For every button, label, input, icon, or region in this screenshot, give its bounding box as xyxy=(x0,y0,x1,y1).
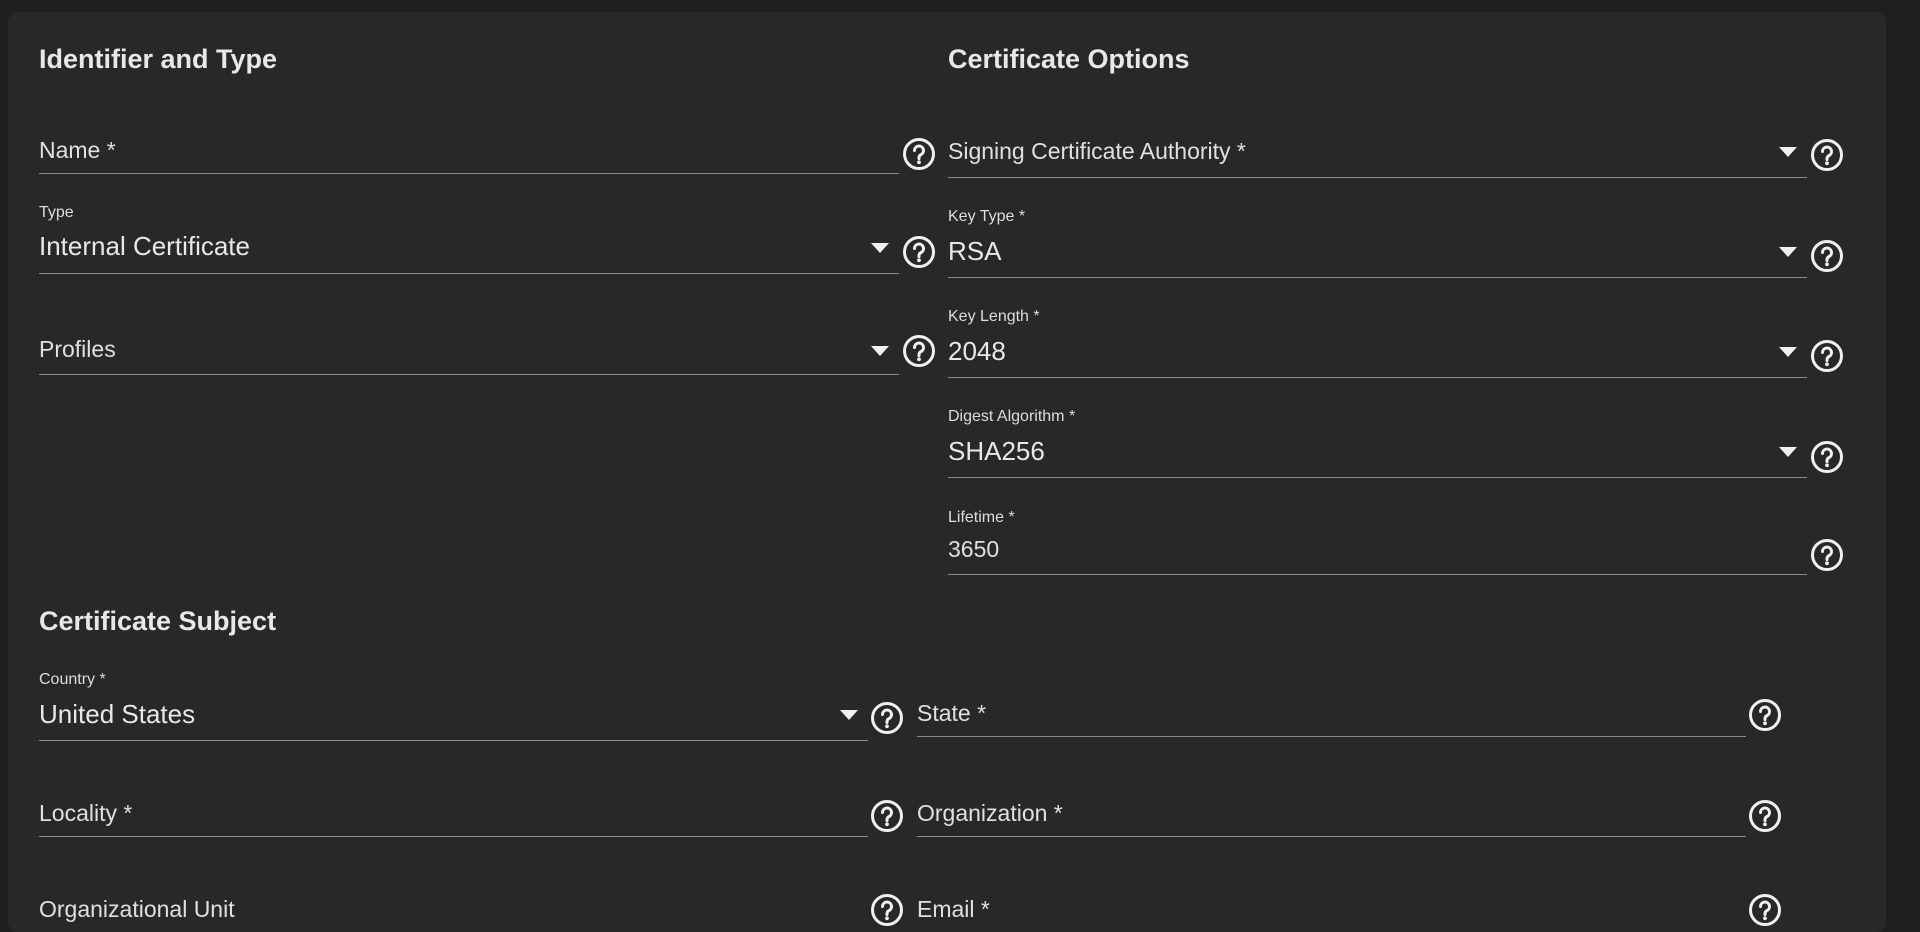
country-value: United States xyxy=(39,699,196,729)
country-select[interactable]: Country * United States xyxy=(39,670,868,742)
digest-label: Digest Algorithm * xyxy=(948,408,1076,425)
help-circle-icon[interactable] xyxy=(1810,538,1844,572)
signing-ca-underline xyxy=(948,177,1807,178)
caret-down-icon xyxy=(871,346,889,356)
caret-down-icon xyxy=(1779,347,1797,357)
lifetime-field[interactable]: Lifetime * 3650 xyxy=(948,508,1807,576)
key-type-label: Key Type * xyxy=(948,208,1026,225)
help-circle-icon[interactable] xyxy=(870,701,904,735)
section-title-options: Certificate Options xyxy=(948,44,1190,74)
caret-down-icon xyxy=(1779,147,1797,157)
key-length-underline xyxy=(948,377,1807,378)
help-circle-icon[interactable] xyxy=(902,235,936,269)
organization-underline xyxy=(917,836,1746,837)
state-field[interactable]: State * xyxy=(917,698,1746,744)
help-circle-icon[interactable] xyxy=(902,334,936,368)
type-underline xyxy=(39,273,899,274)
type-value: Internal Certificate xyxy=(39,231,250,261)
profiles-underline xyxy=(39,374,899,375)
locality-underline xyxy=(39,836,868,837)
signing-ca-label: Signing Certificate Authority * xyxy=(948,138,1246,164)
organization-field[interactable]: Organization * xyxy=(917,798,1746,844)
name-field[interactable]: Name * xyxy=(39,130,899,176)
lifetime-value: 3650 xyxy=(948,536,1000,562)
digest-value: SHA256 xyxy=(948,436,1045,466)
email-label: Email * xyxy=(917,896,990,922)
lifetime-underline xyxy=(948,574,1807,575)
lifetime-label: Lifetime * xyxy=(948,509,1015,526)
help-circle-icon[interactable] xyxy=(902,137,936,171)
section-title-subject: Certificate Subject xyxy=(39,606,277,636)
country-label: Country * xyxy=(39,671,106,688)
caret-down-icon xyxy=(1779,247,1797,257)
key-type-value: RSA xyxy=(948,236,1002,266)
section-title-identifier: Identifier and Type xyxy=(39,44,278,74)
type-select[interactable]: Type Internal Certificate xyxy=(39,203,899,275)
locality-field[interactable]: Locality * xyxy=(39,798,868,844)
help-circle-icon[interactable] xyxy=(870,799,904,833)
state-label: State * xyxy=(917,700,987,726)
key-length-value: 2048 xyxy=(948,336,1006,366)
key-type-underline xyxy=(948,277,1807,278)
name-label: Name * xyxy=(39,137,116,163)
organization-label: Organization * xyxy=(917,800,1063,826)
caret-down-icon xyxy=(840,710,858,720)
help-circle-icon[interactable] xyxy=(1810,440,1844,474)
help-circle-icon[interactable] xyxy=(1810,339,1844,373)
state-underline xyxy=(917,736,1746,737)
caret-down-icon xyxy=(1779,447,1797,457)
help-circle-icon[interactable] xyxy=(1748,799,1782,833)
digest-algorithm-select[interactable]: Digest Algorithm * SHA256 xyxy=(948,407,1807,479)
key-length-select[interactable]: Key Length * 2048 xyxy=(948,307,1807,379)
profiles-label: Profiles xyxy=(39,336,116,362)
type-label: Type xyxy=(39,204,74,221)
email-field[interactable]: Email * xyxy=(917,894,1746,922)
help-circle-icon[interactable] xyxy=(1810,239,1844,273)
org-unit-label: Organizational Unit xyxy=(39,896,235,922)
help-circle-icon[interactable] xyxy=(870,893,904,927)
signing-ca-select[interactable]: Signing Certificate Authority * xyxy=(948,132,1807,180)
key-length-label: Key Length * xyxy=(948,308,1040,325)
locality-label: Locality * xyxy=(39,800,133,826)
key-type-select[interactable]: Key Type * RSA xyxy=(948,207,1807,279)
org-unit-field[interactable]: Organizational Unit xyxy=(39,894,868,922)
name-underline xyxy=(39,173,899,174)
digest-underline xyxy=(948,477,1807,478)
country-underline xyxy=(39,740,868,741)
help-circle-icon[interactable] xyxy=(1748,698,1782,732)
help-circle-icon[interactable] xyxy=(1810,138,1844,172)
help-circle-icon[interactable] xyxy=(1748,893,1782,927)
profiles-select[interactable]: Profiles xyxy=(39,330,899,376)
caret-down-icon xyxy=(871,243,889,253)
